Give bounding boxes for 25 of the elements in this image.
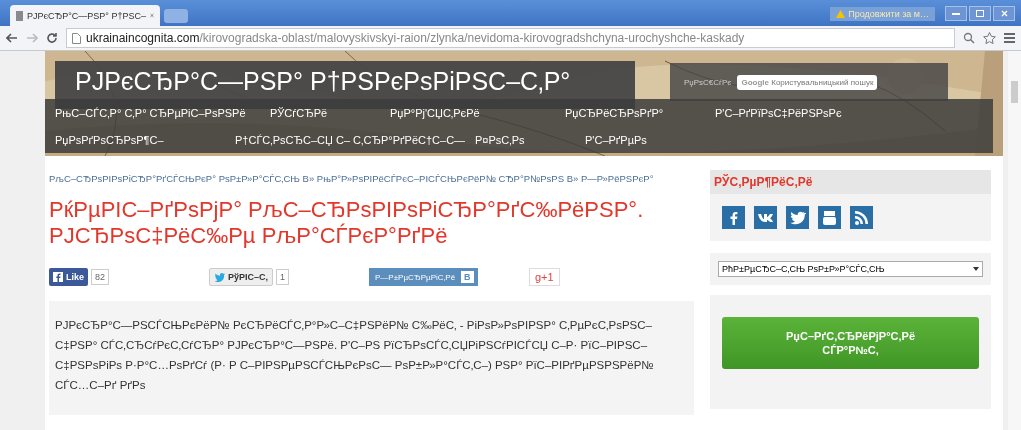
tweet-count: 1	[276, 269, 290, 285]
nav-link[interactable]: РџСЂРёСЂРѕРґР°	[565, 106, 715, 119]
region-select[interactable]: РћР±РµСЂС–С‚СЊ РѕР±Р»Р°СЃС‚СЊ	[718, 261, 983, 277]
article-text: РЈРєСЂР°С—РЅСЃСЊРєРёР№ РєСЂРёСЃС‚Р°Р»С–С‡РЅРёР№ С‰РёС‚ - РіРѕР»РѕРІРЅР° С‚РµРєС‚РѕРЅС–С‡РЅР° СЃС‚СЂСѓРєС‚СѓСЂР° РЈРєСЂР°С—РЅРё. Р'С–РЅ РїСЂРѕСЃС‚СЏРіРЅСѓРІСЃСЏ С–Р· РїС–РІРЅС–С‡РЅРѕРіРѕ Р·Р°С…РѕРґСѓ (Р· Р С–РІРЅРµРЅСЃСЊРєРѕС— РѕР±Р»Р°СЃС‚С–) РЅР° РїС–РІРґРµРЅРЅРёР№ СЃС…С–Рґ РґРѕ	[49, 301, 694, 415]
nav-link[interactable]: РњС–СЃС‚Р° С‚Р° СЂРµРіС–РѕРЅРё	[55, 106, 270, 119]
like-count: 82	[91, 269, 110, 285]
browser-tab[interactable]: РЈРєСЂР°С—РЅР° Р†РЅС–	[10, 5, 160, 26]
article-title: РќРµРІС–РґРѕРјР° РљС–СЂРѕРІРѕРіСЂР°РґС‰РёРЅР°. РЈСЂРѕС‡РёС‰Рµ РљР°СЃРєР°РґРё	[49, 197, 645, 249]
nav-link[interactable]: РџР°Рј'СЏС‚РєРё	[390, 106, 565, 119]
follow-heading: РЎС‚РµР¶РёС‚Рё	[710, 170, 991, 194]
nav-link[interactable]: Р¤РѕС‚Рѕ	[475, 133, 585, 146]
nav-link[interactable]: РџРѕРґРѕСЂРѕР¶С–	[55, 133, 235, 146]
breadcrumb: РљС–СЂРѕРІРѕРіСЂР°РґСЃСЊРєР° РѕР±Р»Р°СЃС‚СЊ В» РњР°Р»РѕРІРёСЃРєС–РІСЃСЊРєРёР№ СЂР°Р№РѕРЅ В» Р—Р»РёРЅРєР°	[49, 172, 655, 186]
search-label: РџРѕС€СѓРє	[684, 77, 732, 87]
tweet-button[interactable]: РўРІС–С‚	[209, 268, 274, 286]
tab-title: РЈРєСЂР°С—РЅР° Р†РЅС–	[26, 10, 146, 21]
nav-link[interactable]: РЎСѓСЂРё	[270, 106, 390, 119]
nav-link[interactable]: Р'С–РґРµРѕ	[585, 133, 685, 146]
save-button[interactable]: Р—Р±РµСЂРµРіС‚Рё В	[369, 268, 478, 286]
nav-link[interactable]: Р'С–РґРїРѕС‡РёРЅРѕРє	[715, 106, 915, 119]
google-plus-button[interactable]: g+1	[529, 268, 560, 286]
address-field[interactable]: ukrainaincognita.com/kirovogradska-oblast/malovyskivskyi-raion/zlynka/nevidoma-kirovogradshchyna-urochyshche-kaskady	[66, 28, 955, 48]
nav-link[interactable]: Р†СЃС‚РѕСЂС–СЏ С– С‚СЂР°РґРёС†С–С—	[235, 133, 475, 146]
search-field[interactable]: Google Користувальницький пошук	[737, 74, 878, 90]
like-button[interactable]: Like	[49, 268, 88, 286]
